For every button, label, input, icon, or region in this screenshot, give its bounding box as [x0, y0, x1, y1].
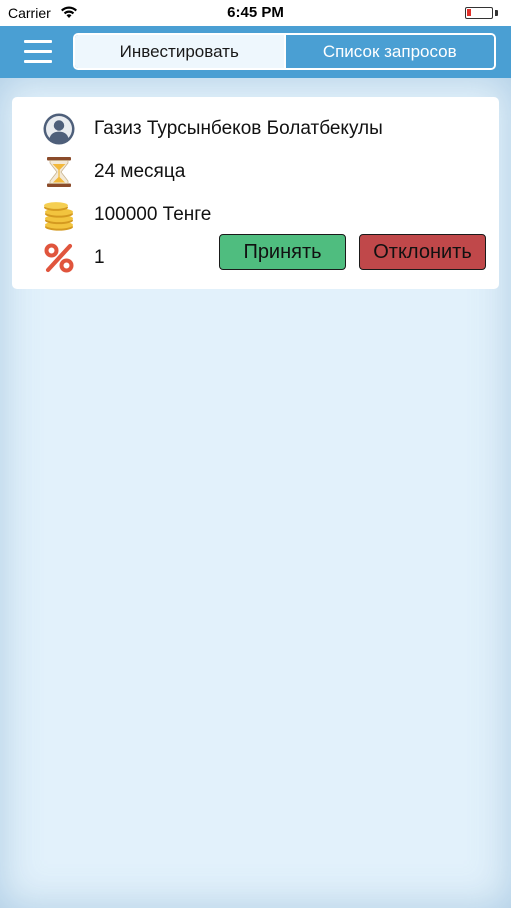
battery-icon	[465, 7, 493, 19]
menu-line	[24, 60, 52, 63]
request-list: Газиз Турсынбеков Болатбекулы 24 месяца	[0, 78, 511, 908]
battery-tip	[495, 10, 498, 16]
requester-name: Газиз Турсынбеков Болатбекулы	[94, 118, 383, 139]
request-card: Газиз Турсынбеков Болатбекулы 24 месяца	[12, 97, 499, 289]
segmented-control: Инвестировать Список запросов	[73, 33, 496, 70]
battery-level	[467, 9, 471, 16]
nav-bar: Инвестировать Список запросов	[0, 26, 511, 78]
menu-line	[24, 50, 52, 53]
tab-invest[interactable]: Инвестировать	[75, 35, 284, 68]
menu-line	[24, 40, 52, 43]
amount-row: 100000 Тенге	[12, 195, 499, 235]
hourglass-icon	[47, 157, 71, 187]
status-time: 6:45 PM	[227, 4, 284, 21]
percent-icon	[44, 243, 74, 273]
hamburger-menu-icon[interactable]	[24, 39, 54, 65]
status-bar: Carrier 6:45 PM	[0, 0, 511, 26]
loan-term: 24 месяца	[94, 161, 186, 182]
term-row: 24 месяца	[12, 152, 499, 192]
accept-button[interactable]: Принять	[219, 234, 346, 270]
decline-button[interactable]: Отклонить	[359, 234, 486, 270]
user-avatar-icon	[43, 113, 75, 145]
coins-icon	[44, 202, 73, 231]
interest-rate: 1	[94, 247, 105, 268]
tab-request-list[interactable]: Список запросов	[283, 35, 494, 68]
name-row: Газиз Турсынбеков Болатбекулы	[12, 109, 499, 149]
loan-amount: 100000 Тенге	[94, 204, 212, 225]
